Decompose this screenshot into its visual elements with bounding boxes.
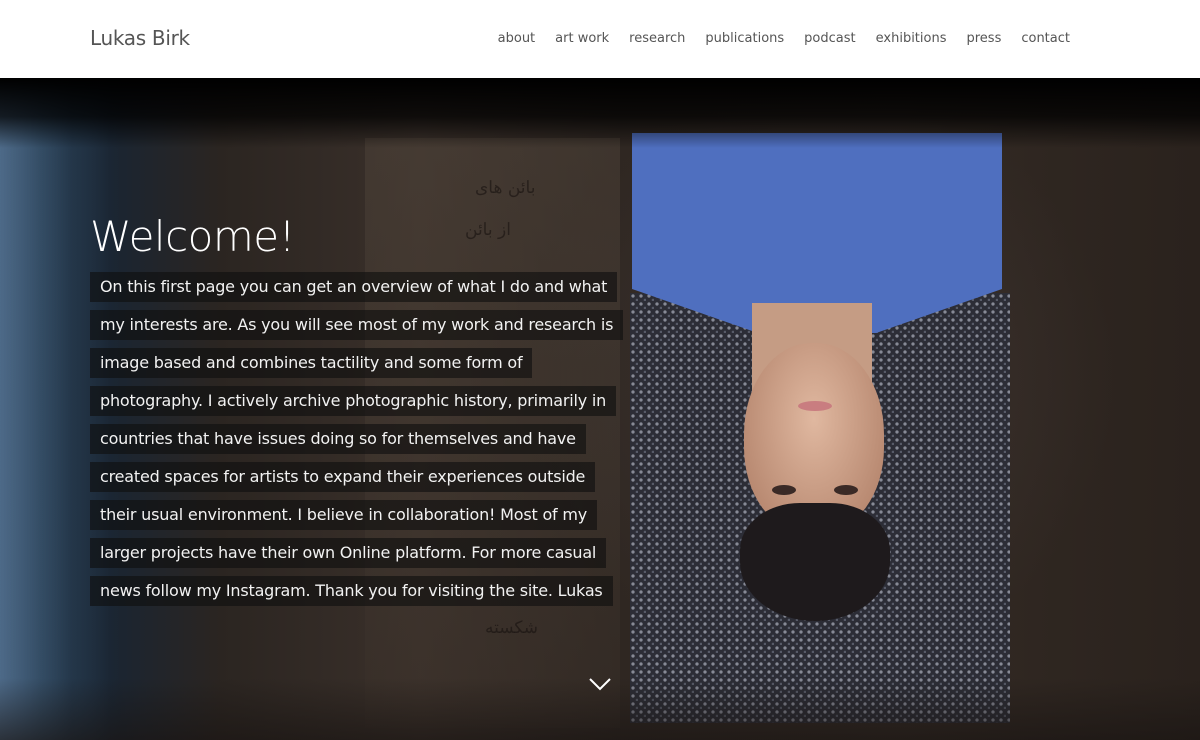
intro-line: image based and combines tactility and s…: [90, 348, 533, 378]
hero-photo-shadow: [0, 78, 1200, 148]
nav-item-podcast[interactable]: podcast: [804, 31, 855, 46]
intro-line: their usual environment. I believe in co…: [90, 500, 598, 530]
chevron-down-icon[interactable]: [586, 674, 614, 694]
site-header: Lukas Birk about art work research publi…: [0, 0, 1200, 78]
nav-item-research[interactable]: research: [629, 31, 685, 46]
hero-portrait-figure: [612, 133, 1012, 738]
site-logo[interactable]: Lukas Birk: [90, 26, 190, 50]
nav-item-contact[interactable]: contact: [1021, 31, 1070, 46]
nav-item-exhibitions[interactable]: exhibitions: [876, 31, 947, 46]
main-nav: about art work research publications pod…: [478, 31, 1070, 46]
hero-intro-text: On this first page you can get an overvi…: [90, 272, 650, 614]
intro-line: my interests are. As you will see most o…: [90, 310, 624, 340]
hero-section: ﺑﺎﺋﻦ ﻫﺎﯼ ﺍﺯ ﺑﺎﺋﻦ ﺷﮑﺴﺘﻪ Welcome! On this …: [0, 78, 1200, 740]
intro-line: On this first page you can get an overvi…: [90, 272, 618, 302]
nav-item-press[interactable]: press: [966, 31, 1001, 46]
hero-heading: Welcome!: [90, 212, 295, 261]
intro-line: photography. I actively archive photogra…: [90, 386, 617, 416]
intro-line: larger projects have their own Online pl…: [90, 538, 607, 568]
intro-line: news follow my Instagram. Thank you for …: [90, 576, 613, 606]
intro-line: countries that have issues doing so for …: [90, 424, 586, 454]
nav-item-about[interactable]: about: [498, 31, 536, 46]
nav-item-art-work[interactable]: art work: [555, 31, 609, 46]
intro-line: created spaces for artists to expand the…: [90, 462, 596, 492]
nav-item-publications[interactable]: publications: [705, 31, 784, 46]
